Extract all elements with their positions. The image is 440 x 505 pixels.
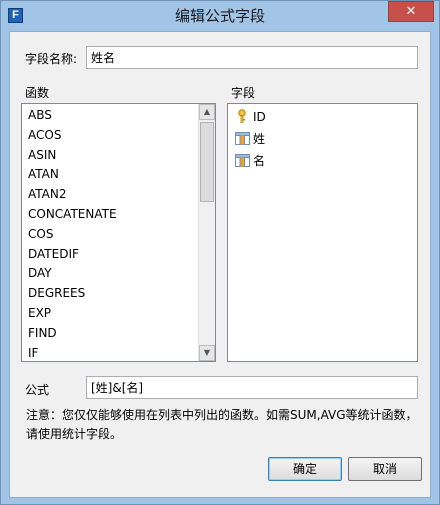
field-name: ID [253, 110, 266, 124]
function-list-item[interactable]: IF [24, 344, 197, 361]
scroll-down-icon[interactable]: ▼ [199, 345, 215, 361]
functions-label: 函数 [25, 86, 50, 100]
field-list-item[interactable]: 名 [229, 150, 416, 172]
function-list-item[interactable]: ATAN [24, 165, 197, 185]
function-list-item[interactable]: COS [24, 225, 197, 245]
field-list-item[interactable]: 姓 [229, 128, 416, 150]
function-list-item[interactable]: DATEDIF [24, 245, 197, 265]
function-list-item[interactable]: ATAN2 [24, 185, 197, 205]
formula-input[interactable] [86, 376, 418, 399]
field-name: 名 [253, 154, 266, 168]
formula-label: 公式 [25, 383, 50, 397]
functions-scrollbar[interactable]: ▲ ▼ [198, 104, 215, 361]
field-name: 姓 [253, 132, 266, 146]
fields-label: 字段 [231, 86, 256, 100]
dialog-window: F 编辑公式字段 ✕ 字段名称: 函数 字段 ABSACOSASINATANAT… [0, 0, 440, 505]
dialog-title: 编辑公式字段 [174, 7, 265, 25]
table-column-icon [235, 153, 250, 168]
function-list-item[interactable]: ABS [24, 106, 197, 126]
function-list-item[interactable]: EXP [24, 304, 197, 324]
fields-list[interactable]: ID 姓名 [227, 103, 418, 362]
field-name-input[interactable] [86, 46, 418, 69]
dialog-body: 字段名称: 函数 字段 ABSACOSASINATANATAN2CONCATEN… [9, 31, 431, 498]
scroll-thumb[interactable] [200, 122, 214, 202]
function-list-item[interactable]: CONCATENATE [24, 205, 197, 225]
table-column-icon [235, 131, 250, 146]
usage-note: 注意：您仅仅能够使用在列表中列出的函数。如需SUM,AVG等统计函数，请使用统计… [26, 408, 418, 441]
functions-list[interactable]: ABS ACOS ASIN ATAN ATAN2 CONCATENATE COS DATEDI… [21, 103, 216, 362]
field-list-item[interactable]: ID [229, 106, 416, 128]
function-list-item[interactable]: ASIN [24, 146, 197, 166]
function-list-item[interactable]: FIND [24, 324, 197, 344]
key-icon [235, 109, 250, 124]
ok-button[interactable]: 确定 [268, 457, 342, 481]
title-bar[interactable]: F 编辑公式字段 ✕ [1, 1, 439, 30]
function-list-item[interactable]: ACOS [24, 126, 197, 146]
scroll-up-icon[interactable]: ▲ [199, 104, 215, 120]
field-name-label: 字段名称: [25, 52, 78, 66]
close-button[interactable]: ✕ [388, 1, 434, 22]
function-list-item[interactable]: DAY [24, 264, 197, 284]
function-list-item[interactable]: DEGREES [24, 284, 197, 304]
cancel-button[interactable]: 取消 [348, 457, 422, 481]
